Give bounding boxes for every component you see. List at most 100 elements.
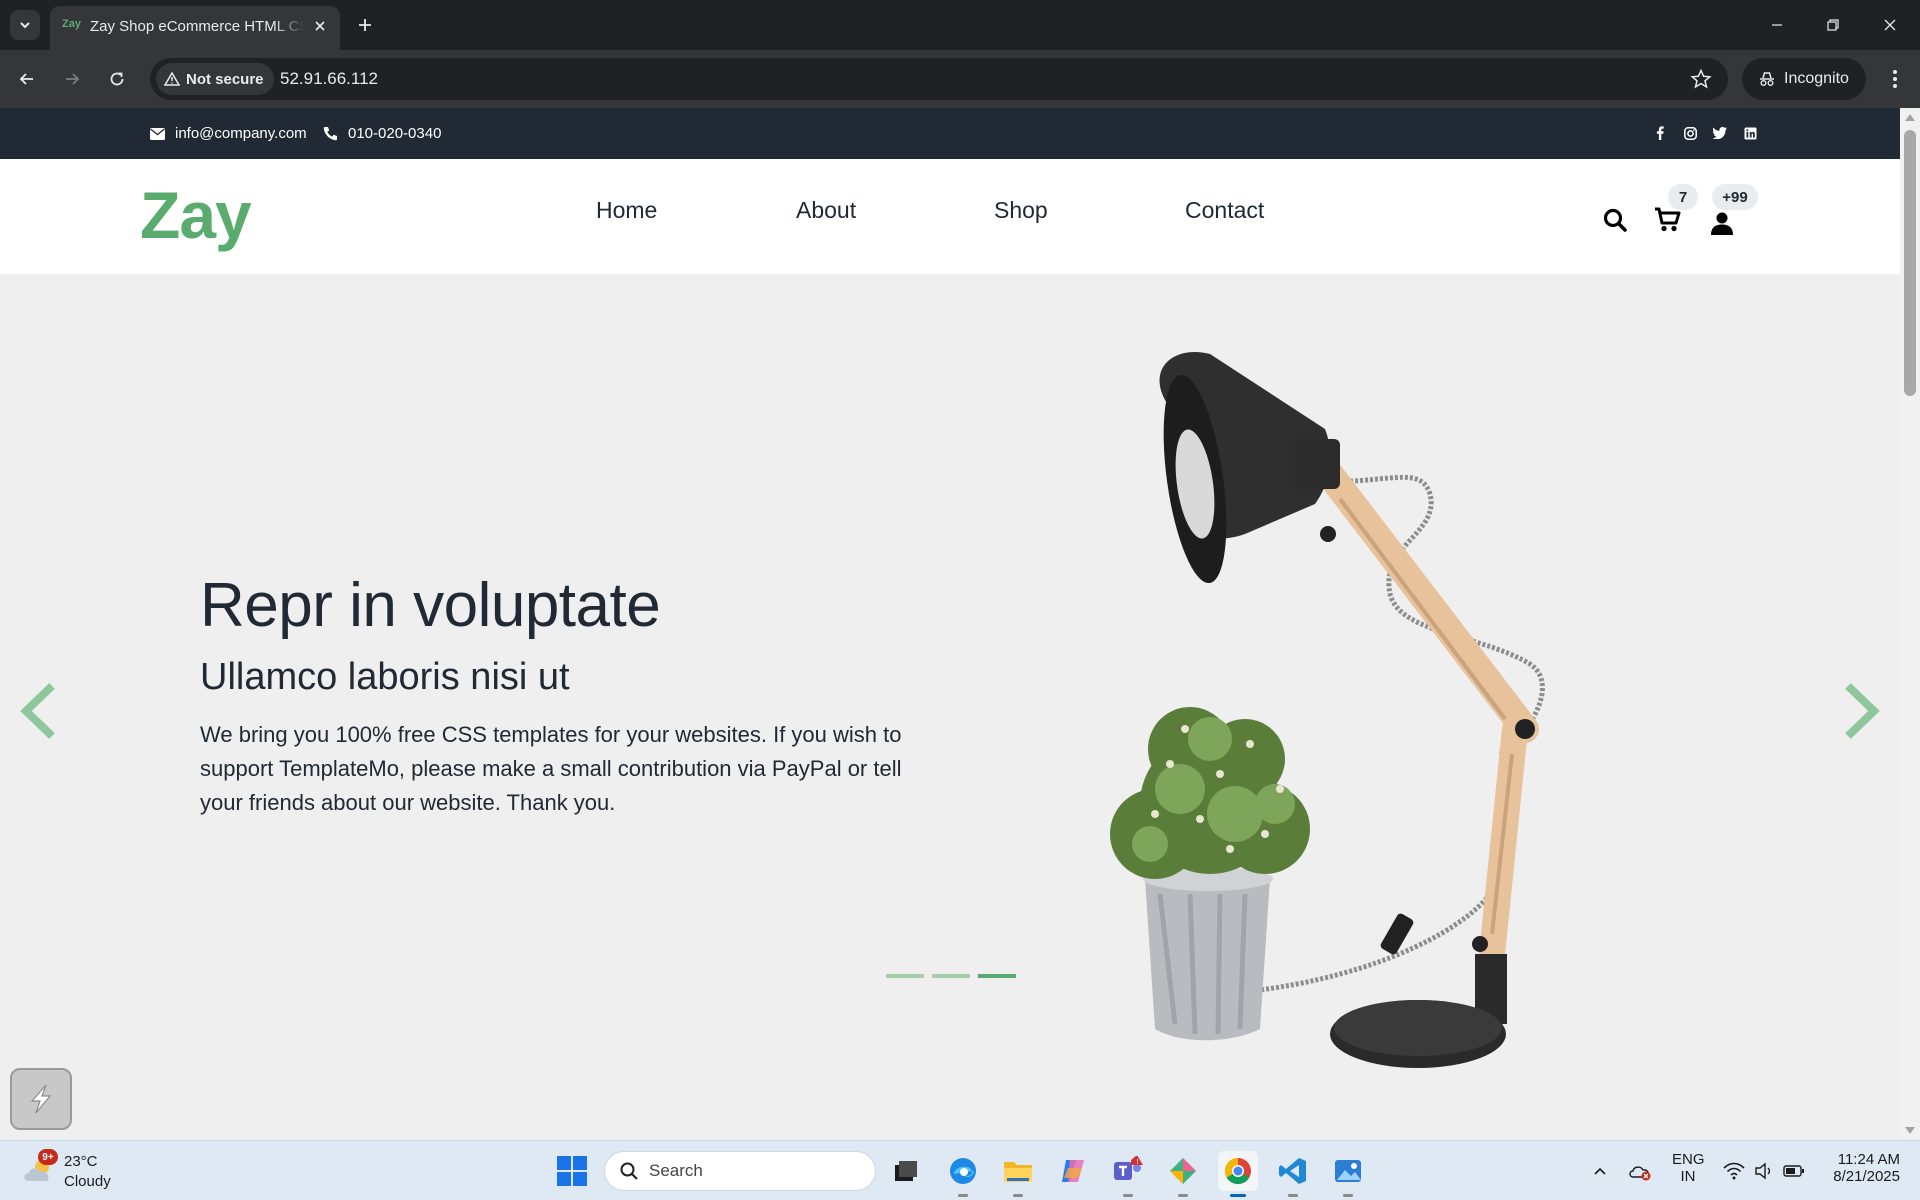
facebook-link[interactable] [1651, 124, 1669, 142]
weather-notification-badge: 9+ [38, 1149, 58, 1165]
forward-button[interactable] [57, 64, 87, 94]
minimize-button[interactable] [1764, 12, 1790, 38]
taskbar-vscode[interactable] [1273, 1151, 1313, 1197]
language-indicator[interactable]: ENG IN [1672, 1151, 1705, 1185]
carousel-prev-button[interactable] [12, 676, 66, 746]
incognito-chip[interactable]: Incognito [1742, 58, 1866, 100]
svg-text:!: ! [1136, 1158, 1139, 1166]
weather-widget[interactable]: 9+ 23°C Cloudy [22, 1147, 142, 1195]
running-indicator [958, 1194, 968, 1197]
carousel-indicator-3[interactable] [978, 974, 1016, 978]
clock[interactable]: 11:24 AM 8/21/2025 [1818, 1151, 1900, 1185]
chevron-left-icon [20, 683, 55, 739]
site-logo[interactable]: Zay [140, 177, 252, 253]
vscode-icon [1279, 1158, 1306, 1184]
top-contact-bar: info@company.com 010-020-0340 [0, 108, 1900, 159]
instagram-link[interactable] [1681, 124, 1699, 142]
chevron-right-icon [1845, 683, 1880, 739]
floating-extension-button[interactable] [10, 1068, 72, 1130]
language-line-2: IN [1680, 1168, 1696, 1185]
running-indicator [1123, 1194, 1133, 1197]
nav-home[interactable]: Home [596, 197, 657, 224]
clock-time: 11:24 AM [1837, 1151, 1900, 1168]
taskbar-file-explorer[interactable] [998, 1151, 1038, 1197]
tray-onedrive[interactable] [1628, 1159, 1652, 1183]
start-button[interactable] [556, 1155, 588, 1187]
taskbar-photos[interactable] [1328, 1151, 1368, 1197]
edge-icon [950, 1158, 976, 1184]
star-icon[interactable] [1690, 68, 1712, 90]
taskbar-teams[interactable]: ! [1108, 1151, 1148, 1197]
minimize-icon [1772, 24, 1782, 26]
taskbar-chrome[interactable] [1218, 1151, 1258, 1197]
weather-temperature: 23°C [64, 1153, 98, 1170]
twitter-link[interactable] [1711, 124, 1729, 142]
wifi-icon [1723, 1162, 1745, 1180]
hero-description: We bring you 100% free CSS templates for… [200, 722, 902, 815]
cart-button[interactable] [1654, 206, 1682, 234]
reload-button[interactable] [102, 64, 132, 94]
browser-tab-active[interactable]: Zay Zay Shop eCommerce HTML CSS Template [50, 6, 340, 50]
running-indicator [1013, 1194, 1023, 1197]
window-close-button[interactable] [1877, 12, 1903, 38]
teams-icon: ! [1114, 1156, 1143, 1180]
battery-icon [1783, 1165, 1804, 1177]
search-button[interactable] [1601, 206, 1629, 234]
nav-shop[interactable]: Shop [994, 197, 1048, 224]
email-link[interactable]: info@company.com [150, 108, 307, 159]
folder-icon [1004, 1162, 1032, 1182]
clock-date: 8/21/2025 [1833, 1168, 1900, 1185]
carousel-indicators [886, 974, 1016, 978]
instagram-icon [1683, 126, 1697, 140]
tray-volume[interactable] [1752, 1159, 1776, 1183]
arrow-left-icon [19, 73, 33, 85]
scroll-down-arrow[interactable] [1905, 1127, 1915, 1134]
warning-icon [164, 71, 180, 86]
plus-icon [359, 19, 371, 31]
tab-search-button[interactable] [10, 10, 40, 40]
taskbar-search[interactable]: Search [604, 1151, 876, 1191]
account-button[interactable] [1708, 209, 1736, 237]
nav-contact[interactable]: Contact [1185, 197, 1264, 224]
page-scrollbar[interactable] [1900, 108, 1920, 1140]
new-tab-button[interactable] [352, 12, 378, 38]
page-viewport: info@company.com 010-020-0340 Zay Home A… [0, 108, 1900, 1140]
taskbar-task-view[interactable] [886, 1151, 926, 1191]
tray-overflow-button[interactable] [1588, 1159, 1612, 1183]
windows-taskbar: 9+ 23°C Cloudy Search ! ENG IN 11:24 AM … [0, 1140, 1920, 1200]
running-indicator [1230, 1194, 1246, 1197]
phone-text: 010-020-0340 [348, 125, 442, 142]
taskbar-search-placeholder: Search [649, 1161, 703, 1180]
close-icon[interactable] [312, 18, 328, 34]
facebook-icon [1656, 126, 1664, 140]
taskbar-app-gem[interactable] [1163, 1151, 1203, 1197]
tab-title: Zay Shop eCommerce HTML CSS Template [90, 18, 305, 35]
running-indicator [1178, 1194, 1188, 1197]
carousel-indicator-1[interactable] [886, 974, 924, 978]
carousel-indicator-2[interactable] [932, 974, 970, 978]
more-vertical-icon [1893, 70, 1897, 88]
site-header: Zay Home About Shop Contact 7 +99 [0, 159, 1900, 274]
hero-subtitle: Ullamco laboris nisi ut [200, 656, 570, 698]
security-chip[interactable]: Not secure [156, 63, 274, 95]
tray-battery[interactable] [1782, 1159, 1806, 1183]
browser-menu-button[interactable] [1880, 64, 1910, 94]
back-button[interactable] [12, 64, 42, 94]
taskbar-edge[interactable] [943, 1151, 983, 1197]
chevron-up-icon [1594, 1167, 1606, 1175]
scroll-thumb[interactable] [1904, 130, 1916, 396]
linkedin-link[interactable] [1741, 124, 1759, 142]
cart-count-badge: 7 [1668, 184, 1698, 210]
tray-wifi[interactable] [1722, 1159, 1746, 1183]
user-icon [1711, 212, 1733, 235]
taskbar-copilot[interactable] [1053, 1151, 1093, 1191]
incognito-label: Incognito [1784, 70, 1849, 87]
email-text: info@company.com [175, 125, 307, 142]
url-text[interactable]: 52.91.66.112 [280, 69, 378, 89]
address-bar[interactable]: Not secure 52.91.66.112 [150, 58, 1728, 100]
restore-button[interactable] [1820, 12, 1846, 38]
scroll-up-arrow[interactable] [1905, 114, 1915, 121]
phone-link[interactable]: 010-020-0340 [323, 108, 441, 159]
carousel-next-button[interactable] [1834, 676, 1888, 746]
nav-about[interactable]: About [796, 197, 856, 224]
